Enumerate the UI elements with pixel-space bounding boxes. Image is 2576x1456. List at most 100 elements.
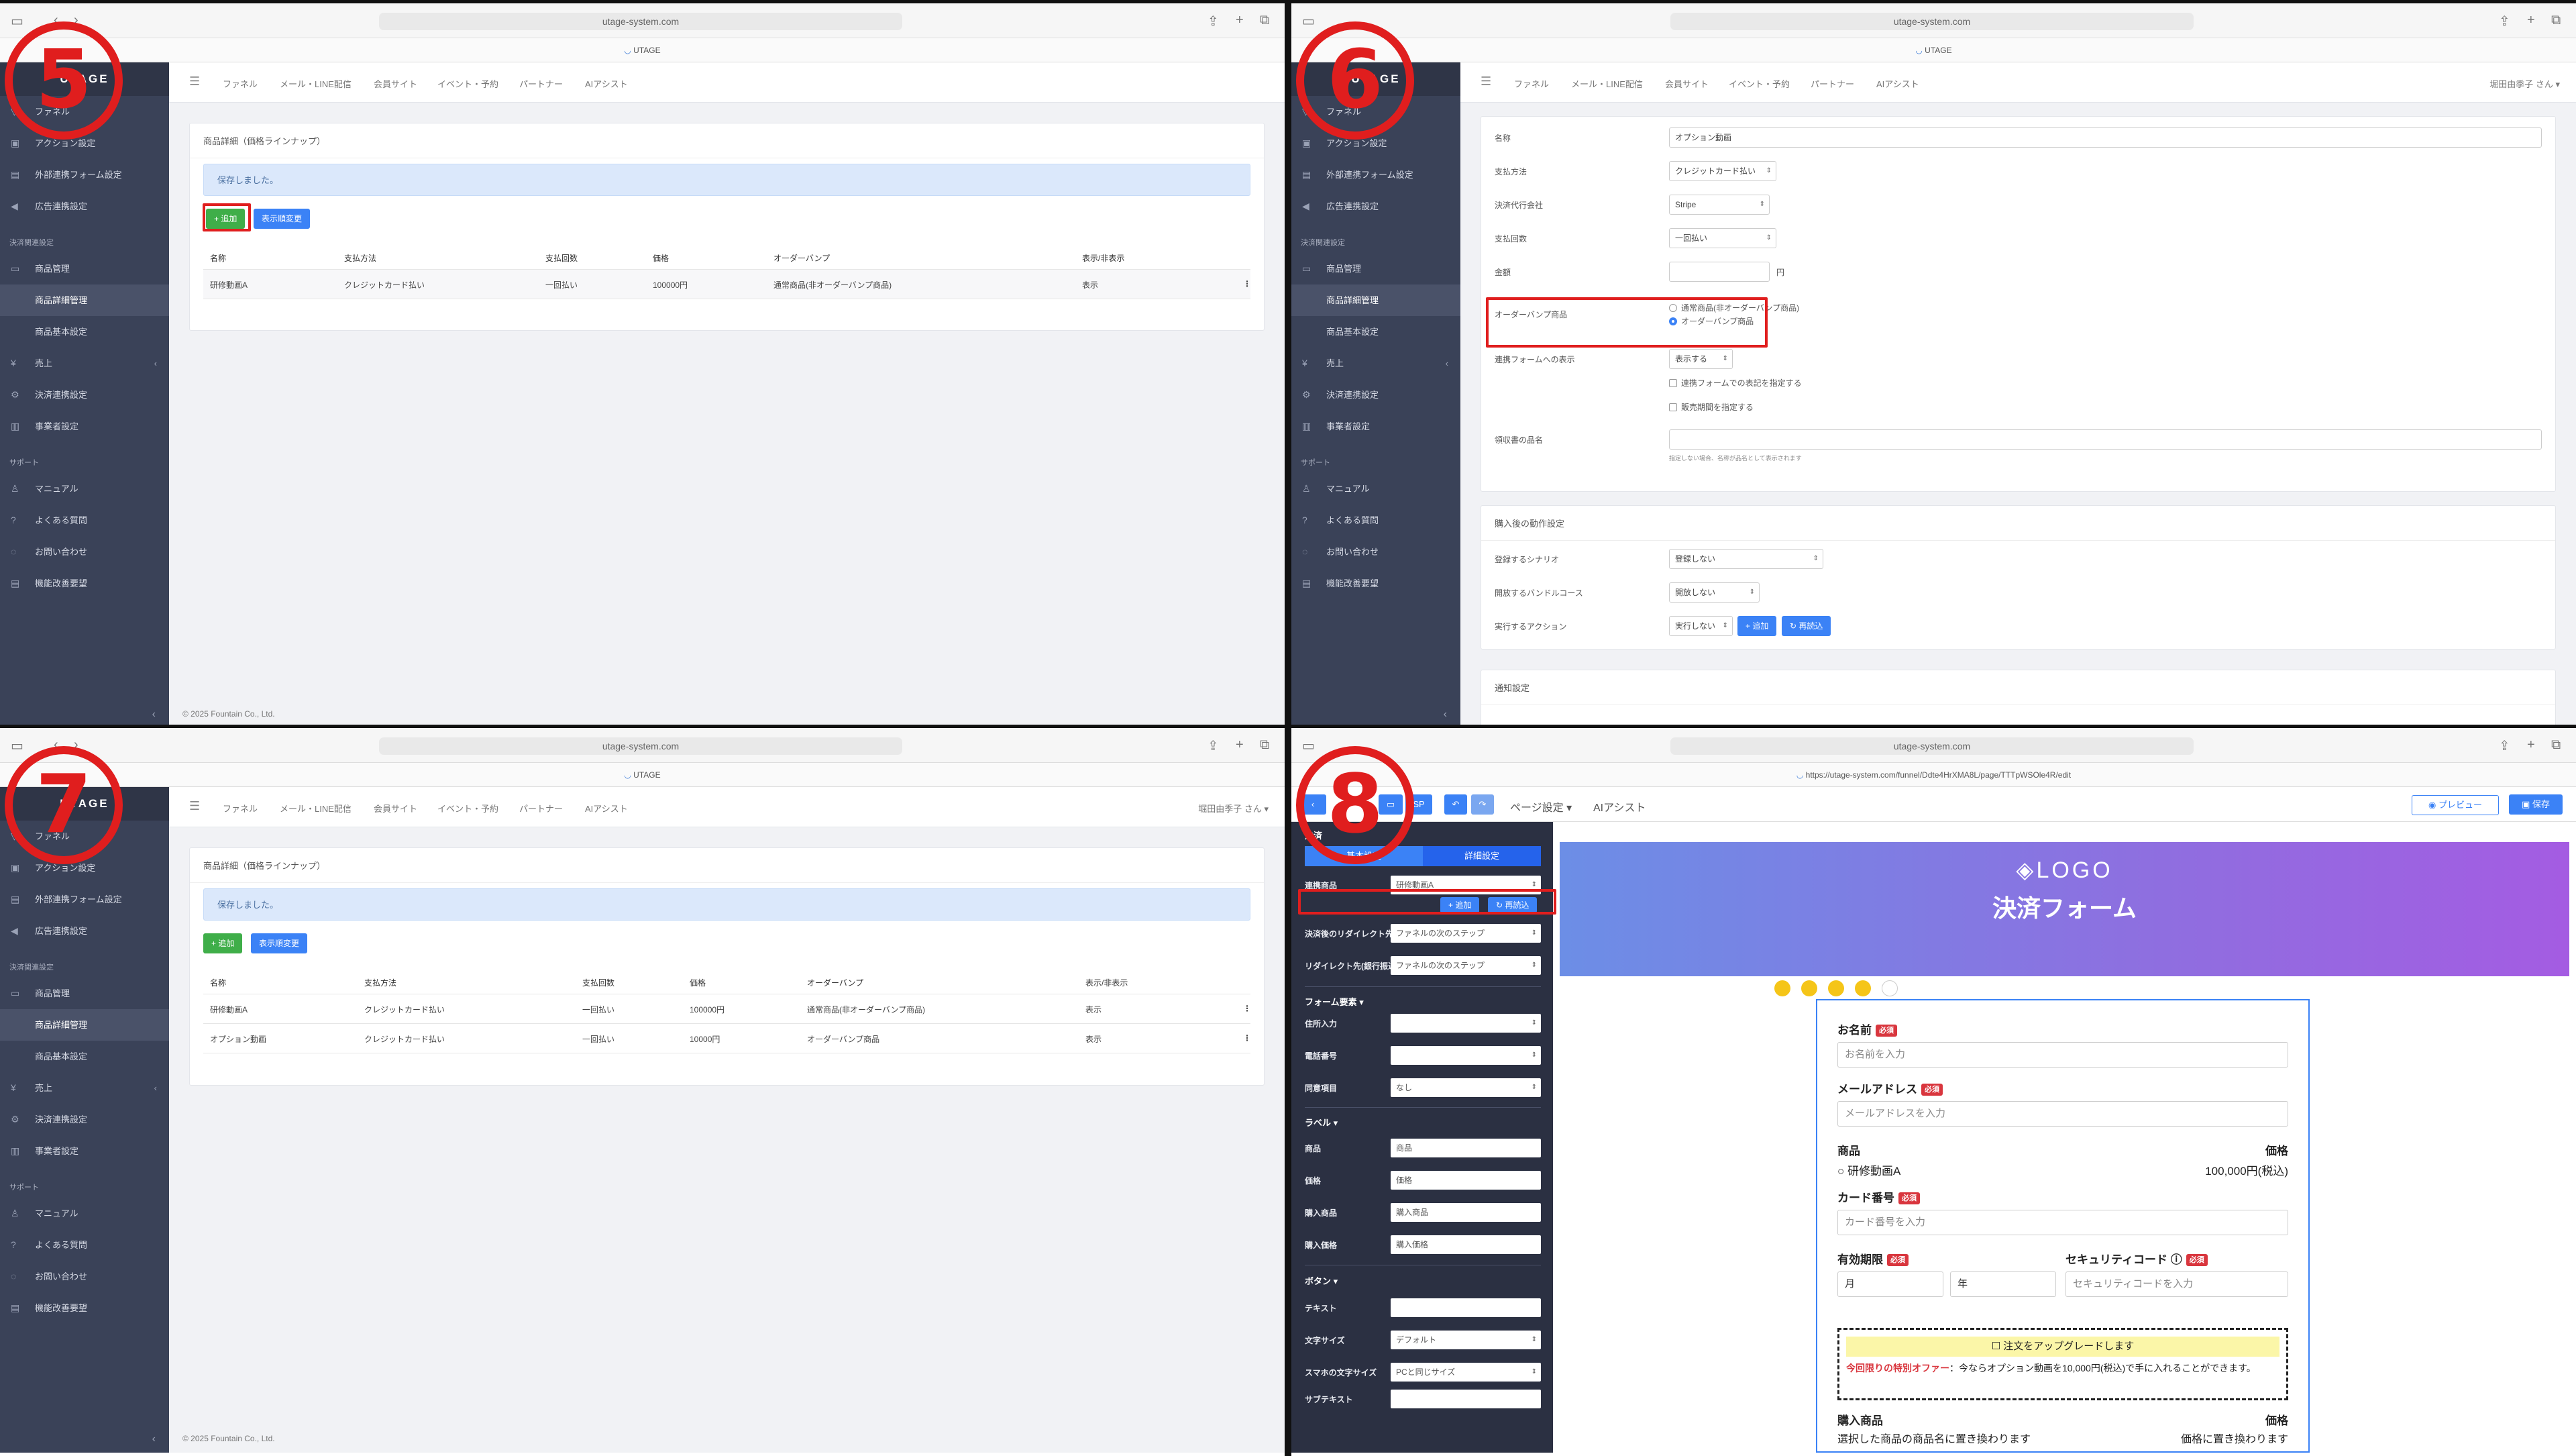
hamburger-icon[interactable]: ☰ [1481, 74, 1491, 89]
label-bought-price-input[interactable]: 購入価格 [1391, 1235, 1541, 1254]
sidebar-item-ads[interactable]: ◀ 広告連携設定 [0, 191, 169, 222]
sidebar-item-external-form[interactable]: ▤ 外部連携フォーム設定 [0, 159, 169, 191]
nav-funnel[interactable]: ファネル [1514, 77, 1549, 90]
sidebar-item-feature-request[interactable]: ▤ 機能改善要望 [1291, 568, 1460, 599]
tabs-icon[interactable]: ⧉ [2551, 737, 2561, 753]
card-number-input[interactable]: カード番号を入力 [1837, 1210, 2288, 1235]
sidebar-item-business[interactable]: ▥ 事業者設定 [0, 411, 169, 442]
name-input[interactable]: お名前を入力 [1837, 1042, 2288, 1068]
sidebar-item-product-basic[interactable]: 商品基本設定 [0, 1041, 169, 1072]
checkbox-sale-period[interactable]: 販売期間を指定する [1669, 401, 1754, 413]
button-heading[interactable]: ボタン ▾ [1305, 1274, 1338, 1287]
sidebar-item-products[interactable]: ▭ 商品管理 [0, 253, 169, 284]
page-settings-menu[interactable]: ページ設定 ▾ [1510, 798, 1572, 815]
tabs-icon[interactable]: ⧉ [2551, 13, 2561, 28]
collapse-chevron-icon[interactable]: ‹ [0, 1426, 169, 1453]
button-size-select[interactable]: デフォルト ⇕ [1391, 1331, 1541, 1349]
consent-select[interactable]: なし ⇕ [1391, 1078, 1541, 1097]
tab-title[interactable]: UTAGE [633, 770, 660, 780]
edit-element-icon[interactable] [1801, 980, 1817, 996]
sidebar-item-product-details[interactable]: 商品詳細管理 [0, 284, 169, 316]
sidebar-item-sales[interactable]: ¥ 売上 ‹ [1291, 348, 1460, 379]
copy-element-icon[interactable] [1828, 980, 1844, 996]
reorder-button[interactable]: 表示順変更 [254, 209, 311, 229]
tab-detail[interactable]: 詳細設定 [1423, 846, 1541, 866]
tabs-icon[interactable]: ⧉ [1260, 737, 1269, 753]
table-row[interactable]: 研修動画A クレジットカード払い 一回払い 100000円 通常商品(非オーダー… [203, 994, 1251, 1024]
preview-button[interactable]: ◉ プレビュー [2412, 795, 2499, 815]
sidebar-item-manual[interactable]: ♙ マニュアル [1291, 473, 1460, 505]
sidebar-item-sales[interactable]: ¥ 売上 ‹ [0, 348, 169, 379]
share-icon[interactable]: ⇪ [2499, 13, 2510, 30]
hamburger-icon[interactable]: ☰ [189, 799, 200, 813]
nav-partner[interactable]: パートナー [1811, 77, 1854, 90]
nav-mail-line[interactable]: メール・LINE配信 [280, 77, 352, 90]
nav-events[interactable]: イベント・予約 [437, 802, 498, 815]
form-elements-heading[interactable]: フォーム要素 ▾ [1305, 995, 1364, 1008]
bundle-select[interactable]: 開放しない ⇕ [1669, 582, 1760, 603]
sidebar-item-contact[interactable]: ◌ お問い合わせ [0, 536, 169, 568]
action-reload-button[interactable]: ↻ 再読込 [1782, 616, 1831, 636]
share-icon[interactable]: ⇪ [2499, 737, 2510, 754]
sidebar-item-contact[interactable]: ◌ お問い合わせ [0, 1261, 169, 1292]
nav-ai-assist[interactable]: AIアシスト [585, 77, 628, 90]
hamburger-icon[interactable]: ☰ [189, 74, 200, 89]
sidebar-item-product-basic[interactable]: 商品基本設定 [0, 316, 169, 348]
nav-funnel[interactable]: ファネル [223, 802, 258, 815]
new-tab-icon[interactable]: + [2527, 737, 2535, 753]
sidebar-item-faq[interactable]: ? よくある質問 [0, 505, 169, 536]
sidebar-item-external-form[interactable]: ▤ 外部連携フォーム設定 [0, 884, 169, 915]
expiry-year-select[interactable]: 年 [1950, 1271, 2056, 1297]
nav-partner[interactable]: パートナー [519, 802, 563, 815]
new-tab-icon[interactable]: + [2527, 13, 2535, 28]
nav-events[interactable]: イベント・予約 [437, 77, 498, 90]
nav-ai-assist[interactable]: AIアシスト [1876, 77, 1919, 90]
nav-member-site[interactable]: 会員サイト [1665, 77, 1709, 90]
action-select[interactable]: 実行しない ⇕ [1669, 616, 1733, 636]
address-select[interactable]: ⇕ [1391, 1014, 1541, 1033]
sidebar-item-payment-link[interactable]: ⚙ 決済連携設定 [0, 1104, 169, 1135]
name-input[interactable]: オプション動画 [1669, 127, 2542, 148]
redo-button[interactable]: ↷ [1471, 794, 1494, 815]
tab-title[interactable]: UTAGE [633, 46, 660, 55]
collapse-chevron-icon[interactable]: ‹ [1291, 701, 1460, 728]
sidebar-item-products[interactable]: ▭ 商品管理 [0, 978, 169, 1009]
row-menu-icon[interactable]: ⋮ [1243, 279, 1251, 289]
address-bar[interactable]: utage-system.com [379, 737, 902, 755]
upgrade-checkbox-row[interactable]: ☐ 注文をアップグレードします [1846, 1337, 2279, 1357]
user-menu[interactable]: 堀田由季子 さん ▾ [2489, 77, 2560, 90]
undo-button[interactable]: ↶ [1444, 794, 1467, 815]
row-menu-icon[interactable]: ⋮ [1243, 1004, 1251, 1013]
help-icon[interactable]: ⓘ [2167, 1253, 2182, 1266]
address-bar[interactable]: utage-system.com [379, 13, 902, 30]
save-button[interactable]: ▣ 保存 [2509, 794, 2563, 815]
address-bar[interactable]: utage-system.com [1670, 13, 2194, 30]
table-row[interactable]: オプション動画 クレジットカード払い 一回払い 10000円 オーダーバンプ商品… [203, 1024, 1251, 1053]
sidebar-item-payment-link[interactable]: ⚙ 決済連携設定 [0, 379, 169, 411]
sidebar-item-business[interactable]: ▥ 事業者設定 [1291, 411, 1460, 442]
tab-title[interactable]: UTAGE [1925, 46, 1951, 55]
expiry-month-select[interactable]: 月 [1837, 1271, 1943, 1297]
redirect-bank-select[interactable]: ファネルの次のステップ ⇕ [1391, 956, 1541, 975]
product-option[interactable]: ○ 研修動画A [1837, 1161, 1900, 1178]
labels-heading[interactable]: ラベル ▾ [1305, 1116, 1338, 1129]
share-icon[interactable]: ⇪ [1208, 737, 1219, 754]
row-menu-icon[interactable]: ⋮ [1243, 1033, 1251, 1043]
nav-member-site[interactable]: 会員サイト [374, 77, 417, 90]
button-text-input[interactable] [1391, 1298, 1541, 1317]
sidebar-item-faq[interactable]: ? よくある質問 [0, 1229, 169, 1261]
sidebar-item-manual[interactable]: ♙ マニュアル [0, 473, 169, 505]
nav-ai-assist[interactable]: AIアシスト [585, 802, 628, 815]
receipt-input[interactable] [1669, 429, 2542, 450]
action-add-button[interactable]: + 追加 [1737, 616, 1777, 636]
button-sp-size-select[interactable]: PCと同じサイズ ⇕ [1391, 1363, 1541, 1382]
more-element-icon[interactable] [1882, 980, 1898, 996]
redirect-select[interactable]: ファネルの次のステップ ⇕ [1391, 924, 1541, 943]
add-button[interactable]: + 追加 [203, 933, 243, 953]
sidebar-item-faq[interactable]: ? よくある質問 [1291, 505, 1460, 536]
new-tab-icon[interactable]: + [1236, 737, 1244, 753]
sidebar-item-product-basic[interactable]: 商品基本設定 [1291, 316, 1460, 348]
table-row[interactable]: 研修動画A クレジットカード払い 一回払い 100000円 通常商品(非オーダー… [203, 270, 1251, 299]
label-price-input[interactable]: 価格 [1391, 1171, 1541, 1190]
sidebar-item-contact[interactable]: ◌ お問い合わせ [1291, 536, 1460, 568]
